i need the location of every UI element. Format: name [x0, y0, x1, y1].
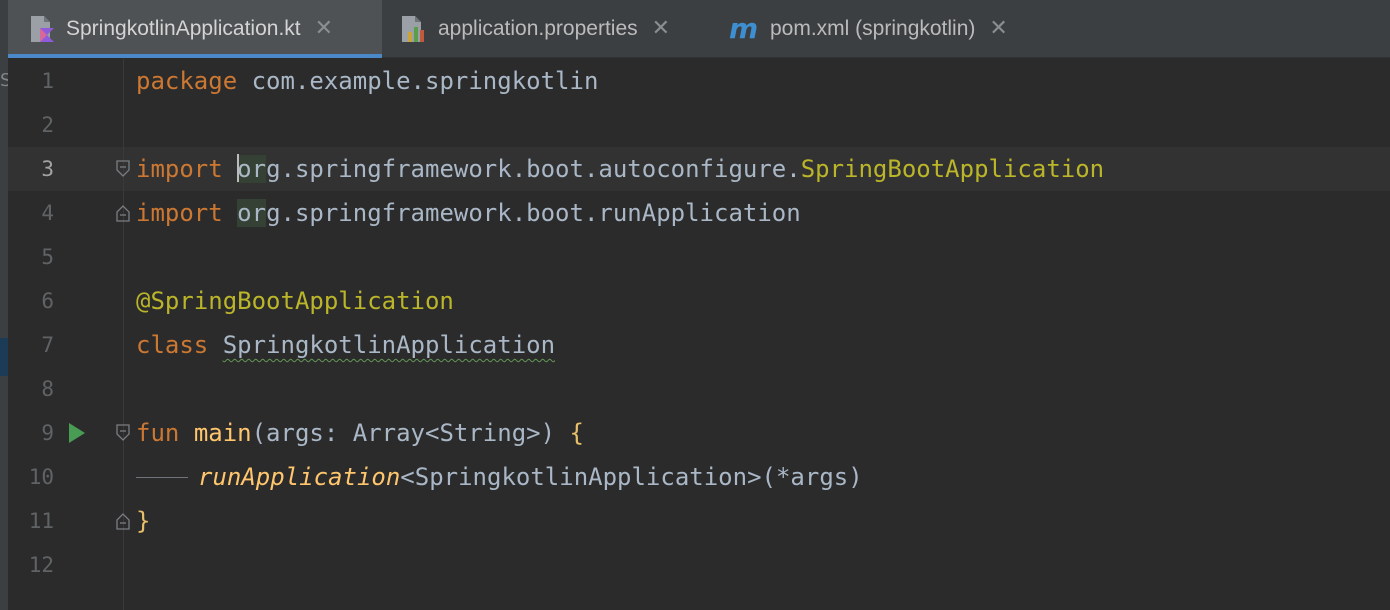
indent-guide [136, 476, 188, 478]
line-number: 9 [41, 421, 54, 445]
code-line-10: runApplication<SpringkotlinApplication>(… [136, 455, 863, 499]
line-number: 6 [41, 289, 54, 313]
line-number: 10 [28, 465, 54, 489]
properties-file-icon [400, 14, 428, 44]
editor-tab-bar: SpringkotlinApplication.kt ✕ application… [8, 0, 1390, 58]
call-args: <SpringkotlinApplication>(*args) [400, 463, 863, 491]
line-number: 7 [41, 333, 54, 357]
tab-application-properties[interactable]: application.properties ✕ [400, 0, 710, 58]
active-tab-indicator [8, 54, 382, 58]
project-tool-label[interactable]: S [0, 70, 8, 91]
line-number: 5 [41, 245, 54, 269]
code-line-7: class SpringkotlinApplication [136, 323, 555, 367]
code-line-6: @SpringBootApplication [136, 279, 454, 323]
code-line-1: package com.example.springkotlin [136, 59, 598, 103]
fold-start-icon[interactable] [116, 424, 130, 442]
line-number: 8 [41, 377, 54, 401]
keyword: import [136, 199, 223, 227]
maven-icon: m [728, 12, 760, 45]
package-name: com.example.springkotlin [237, 67, 599, 95]
ide-window: S SpringkotlinApplication.kt ✕ applicati… [0, 0, 1390, 610]
keyword: import [136, 155, 223, 183]
import-path: g.springframework.boot.autoconfigure. [266, 155, 801, 183]
fold-start-icon[interactable] [116, 160, 130, 178]
import-path: g.springframework.boot.runApplication [266, 199, 801, 227]
left-tool-strip: S [0, 0, 8, 610]
line-number: 11 [28, 509, 54, 533]
tab-label: pom.xml (springkotlin) [770, 17, 976, 40]
tool-strip-marker [0, 338, 8, 376]
fold-end-icon[interactable] [116, 204, 130, 222]
close-icon[interactable]: ✕ [652, 18, 670, 40]
close-icon[interactable]: ✕ [989, 18, 1007, 40]
function-call: runApplication [198, 463, 401, 491]
svg-text:m: m [729, 14, 758, 44]
code-line-3: import org.springframework.boot.autoconf… [136, 147, 1104, 191]
tab-springkotlinapplication-kt[interactable]: SpringkotlinApplication.kt ✕ [8, 0, 382, 58]
function-name: main [193, 419, 252, 447]
line-number: 2 [41, 113, 54, 137]
tab-label: SpringkotlinApplication.kt [66, 17, 301, 40]
keyword: fun [136, 419, 180, 447]
close-icon[interactable]: ✕ [315, 18, 333, 40]
kotlin-file-icon [28, 14, 56, 44]
close-brace: } [136, 507, 151, 535]
import-path-highlight: or [237, 199, 267, 227]
line-number: 1 [41, 69, 54, 93]
import-path-highlight: or [237, 155, 267, 183]
keyword: package [136, 67, 238, 95]
import-class: SpringBootApplication [800, 155, 1105, 183]
text-caret [237, 154, 240, 182]
code-line-11: } [136, 499, 150, 543]
tab-label: application.properties [438, 17, 638, 40]
class-name: SpringkotlinApplication [222, 331, 556, 359]
code-line-4: import org.springframework.boot.runAppli… [136, 191, 801, 235]
annotation: @SpringBootApplication [136, 287, 454, 315]
run-icon[interactable] [68, 422, 86, 444]
open-brace: { [569, 419, 584, 447]
line-number: 3 [41, 157, 54, 181]
line-number: 12 [28, 553, 54, 577]
code-editor[interactable]: 1 2 3 4 5 6 7 8 9 10 11 12 package com.e… [8, 59, 1390, 610]
tab-pom-xml[interactable]: m pom.xml (springkotlin) ✕ [728, 0, 1048, 58]
function-params: (args: Array<String>) [251, 419, 570, 447]
code-line-9: fun main(args: Array<String>) { [136, 411, 584, 455]
line-number: 4 [41, 201, 54, 225]
fold-end-icon[interactable] [116, 512, 130, 530]
keyword: class [136, 331, 209, 359]
